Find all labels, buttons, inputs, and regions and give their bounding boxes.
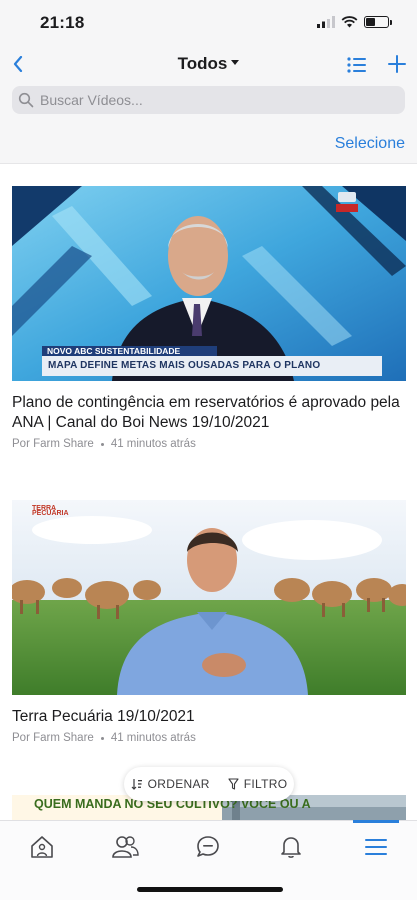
status-icons (317, 16, 392, 28)
active-tab-indicator (353, 820, 399, 823)
sort-button[interactable]: ORDENAR (131, 777, 210, 791)
page-title: Todos (177, 54, 228, 73)
tab-bar (0, 820, 417, 900)
channel-logo: TERRA PECUÁRIA (32, 505, 69, 517)
thumbnail-tag: NOVO ABC SUSTENTABILIDADE (42, 346, 217, 356)
video-card[interactable]: NOVO ABC SUSTENTABILIDADE MAPA DEFINE ME… (12, 186, 406, 450)
add-button[interactable] (385, 52, 409, 76)
status-bar: 21:18 (0, 0, 417, 46)
tab-messages[interactable] (188, 831, 228, 863)
chat-icon (197, 836, 219, 857)
sort-label: ORDENAR (147, 777, 210, 791)
tab-home[interactable] (22, 831, 62, 863)
separator-dot (100, 736, 104, 740)
separator-dot (100, 442, 104, 446)
video-title[interactable]: Terra Pecuária 19/10/2021 (12, 707, 406, 727)
search-box[interactable] (12, 86, 405, 114)
tab-notifications[interactable] (271, 831, 311, 863)
select-button[interactable]: Selecione (335, 135, 405, 153)
tab-menu[interactable] (356, 831, 396, 863)
video-title[interactable]: Plano de contingência em reservatórios é… (12, 393, 406, 433)
home-icon (31, 836, 53, 858)
video-thumbnail[interactable]: NOVO ABC SUSTENTABILIDADE MAPA DEFINE ME… (12, 186, 406, 381)
people-icon (112, 836, 139, 858)
filter-icon (228, 778, 239, 790)
status-time: 21:18 (40, 13, 85, 32)
home-indicator (137, 887, 283, 892)
video-card[interactable]: TERRA PECUÁRIA Terra Pecuária 19/10/2021… (12, 500, 406, 744)
thumbnail-caption: MAPA DEFINE METAS MAIS OUSADAS PARA O PL… (42, 356, 382, 376)
sort-filter-bar: ORDENAR FILTRO (124, 767, 294, 801)
filter-label: FILTRO (243, 777, 288, 791)
list-view-button[interactable] (346, 54, 368, 76)
bell-icon (281, 837, 301, 858)
tab-people[interactable] (105, 831, 145, 863)
search-icon (18, 92, 34, 108)
caret-down-icon (231, 60, 240, 66)
battery-icon (364, 16, 392, 28)
video-time: 41 minutos atrás (110, 438, 196, 450)
signal-icon (317, 16, 335, 28)
sort-icon (131, 779, 142, 790)
cattle-field-image (12, 500, 406, 695)
video-meta: Por Farm Share 41 minutos atrás (12, 732, 406, 744)
video-meta: Por Farm Share 41 minutos atrás (12, 438, 406, 450)
video-thumbnail[interactable]: TERRA PECUÁRIA (12, 500, 406, 695)
search-bar (0, 84, 417, 122)
video-author: Por Farm Share (12, 438, 94, 450)
video-time: 41 minutos atrás (110, 732, 196, 744)
menu-icon (365, 839, 387, 855)
filter-button[interactable]: FILTRO (228, 777, 288, 791)
plus-icon (388, 55, 406, 73)
video-feed[interactable]: NOVO ABC SUSTENTABILIDADE MAPA DEFINE ME… (0, 165, 417, 820)
wifi-icon (341, 16, 358, 28)
search-input[interactable] (40, 91, 397, 109)
nav-bar: Todos (0, 46, 417, 84)
list-icon (347, 57, 366, 73)
select-row: Selecione (0, 122, 417, 164)
video-author: Por Farm Share (12, 732, 94, 744)
